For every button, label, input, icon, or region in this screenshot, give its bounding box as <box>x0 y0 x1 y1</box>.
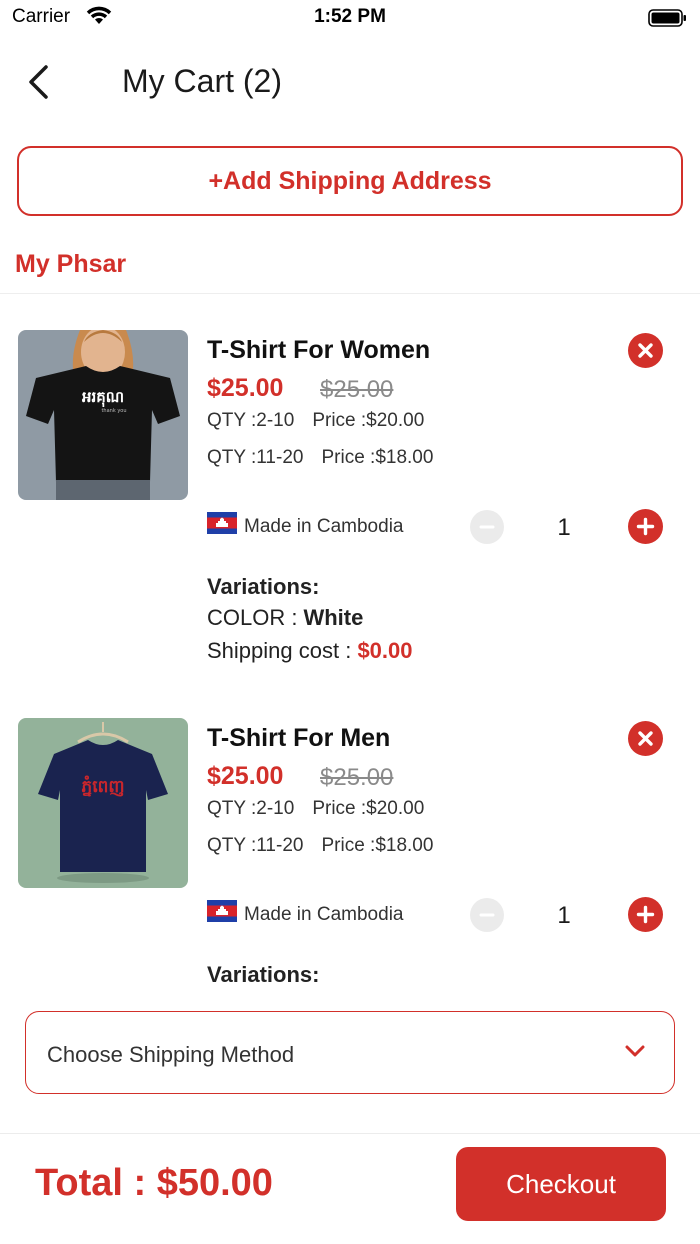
origin-label: Made in Cambodia <box>244 904 404 925</box>
decrease-quantity-button[interactable] <box>470 510 504 544</box>
tier-price: Price :$18.00 <box>321 835 434 856</box>
price-tier: QTY :11-20 Price :$18.00 <box>207 447 433 469</box>
tier-qty: QTY :2-10 <box>207 798 295 819</box>
variations-label: Variations: <box>207 962 320 987</box>
quantity-value: 1 <box>557 902 571 929</box>
quantity-value: 1 <box>557 514 571 541</box>
tier-price: Price :$18.00 <box>321 447 434 468</box>
decrease-quantity-button[interactable] <box>470 898 504 932</box>
minus-icon <box>479 913 495 917</box>
checkout-button[interactable]: Checkout <box>456 1147 666 1221</box>
color-value: White <box>303 605 364 630</box>
price-tier: QTY :2-10 Price :$20.00 <box>207 798 424 820</box>
cart-item: អរគុណ thank you T-Shirt For Women $25.00… <box>0 330 700 670</box>
battery-icon <box>648 9 686 27</box>
add-shipping-address-button[interactable]: +Add Shipping Address <box>17 146 683 216</box>
product-price: $25.00 <box>207 374 284 402</box>
divider <box>0 1133 700 1134</box>
shipping-method-select[interactable]: Choose Shipping Method <box>25 1011 675 1094</box>
page-title: My Cart (2) <box>122 63 282 99</box>
tier-qty: QTY :11-20 <box>207 447 304 468</box>
shipping-cost-label: Shipping cost : <box>207 638 352 663</box>
tier-price: Price :$20.00 <box>312 798 425 819</box>
chevron-left-icon <box>29 65 48 99</box>
color-label: COLOR : <box>207 605 298 630</box>
shipping-method-placeholder: Choose Shipping Method <box>47 1042 295 1067</box>
chevron-down-icon <box>625 1045 645 1057</box>
color-variation: COLOR : White <box>207 605 363 631</box>
store-name: My Phsar <box>15 250 127 278</box>
product-title: T-Shirt For Men <box>207 724 391 752</box>
cart-item: ភ្នំពេញ T-Shirt For Men $25.00 $25.00 QT… <box>0 718 700 998</box>
status-bar: Carrier 1:52 PM <box>0 0 700 36</box>
close-icon <box>638 731 653 746</box>
original-price: $25.00 <box>320 376 394 403</box>
cambodia-flag-icon <box>207 900 237 922</box>
shirt-print-text: អរគុណ <box>82 388 124 408</box>
status-time: 1:52 PM <box>314 6 386 27</box>
tier-price: Price :$20.00 <box>312 410 425 431</box>
shirt-print-subtext: thank you <box>101 408 126 414</box>
total-amount: Total : $50.00 <box>35 1162 273 1204</box>
price-tier: QTY :2-10 Price :$20.00 <box>207 410 424 432</box>
tier-qty: QTY :11-20 <box>207 835 304 856</box>
variations-label: Variations: <box>207 574 320 599</box>
shipping-cost: Shipping cost : $0.00 <box>207 638 413 664</box>
plus-icon <box>636 905 655 924</box>
product-title: T-Shirt For Women <box>207 336 431 364</box>
cambodia-flag-icon <box>207 512 237 534</box>
tier-qty: QTY :2-10 <box>207 410 295 431</box>
increase-quantity-button[interactable] <box>628 509 663 544</box>
price-tier: QTY :11-20 Price :$18.00 <box>207 835 433 857</box>
plus-icon <box>636 517 655 536</box>
back-button[interactable] <box>22 62 56 102</box>
remove-item-button[interactable] <box>628 333 663 368</box>
remove-item-button[interactable] <box>628 721 663 756</box>
shirt-print-text: ភ្នំពេញ <box>81 775 124 797</box>
product-image[interactable]: អរគុណ thank you <box>18 330 188 500</box>
shipping-cost-value: $0.00 <box>357 638 413 663</box>
origin-label: Made in Cambodia <box>244 516 404 537</box>
close-icon <box>638 343 653 358</box>
nav-bar: My Cart (2) <box>0 50 700 116</box>
increase-quantity-button[interactable] <box>628 897 663 932</box>
product-price: $25.00 <box>207 762 284 790</box>
product-image[interactable]: ភ្នំពេញ <box>18 718 188 888</box>
original-price: $25.00 <box>320 764 394 791</box>
minus-icon <box>479 525 495 529</box>
divider <box>0 293 700 294</box>
